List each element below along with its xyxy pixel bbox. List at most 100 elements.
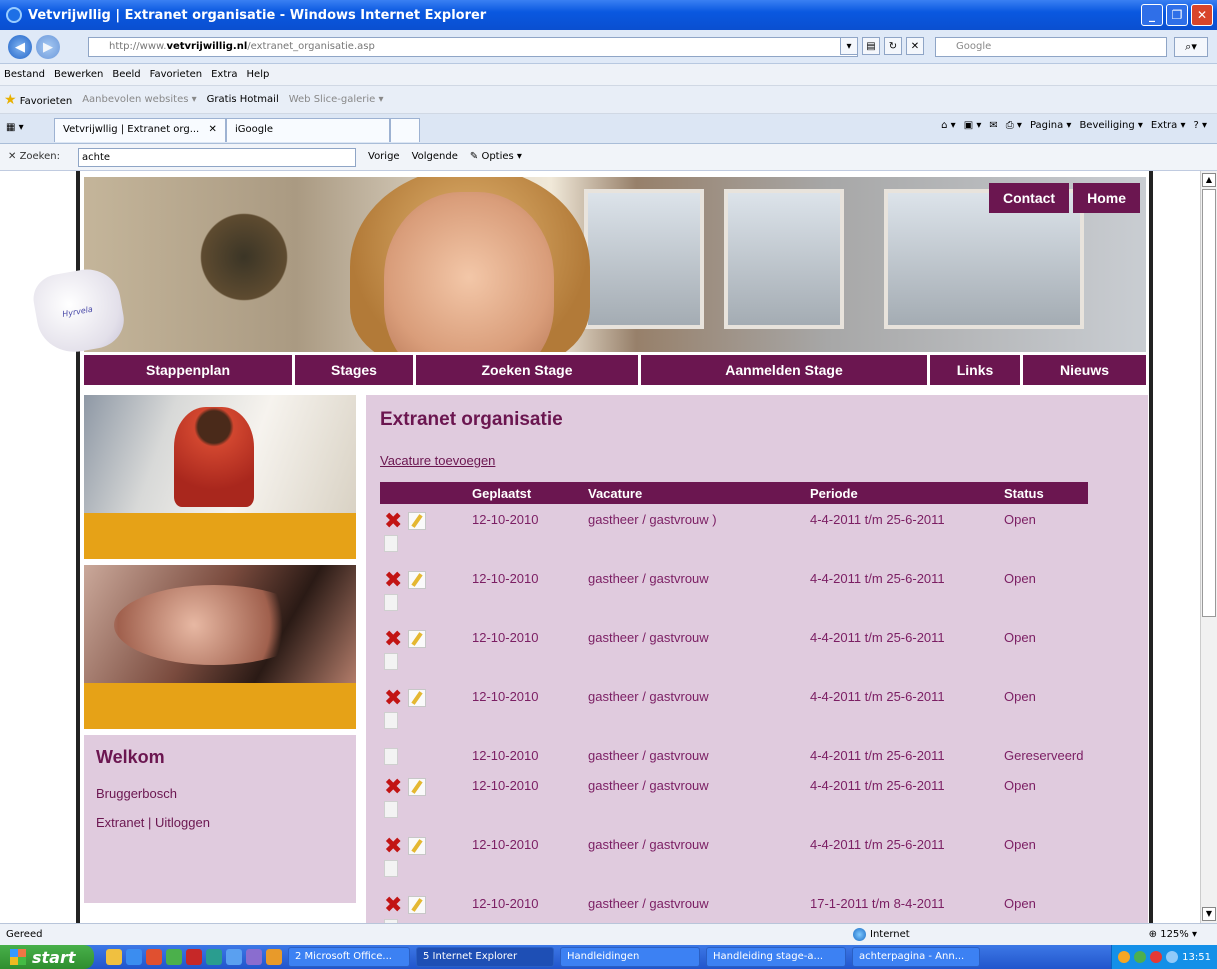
compat-view-icon[interactable]: ▤ [862,37,880,55]
logout-link[interactable]: Uitloggen [155,815,210,830]
search-icon[interactable]: ⌕▾ [1174,37,1208,57]
edit-icon[interactable] [408,630,427,648]
find-close-icon[interactable]: ✕ Zoeken: [8,151,60,162]
favorites-button[interactable]: ★ Favorieten [4,92,72,108]
url-input[interactable]: http://www.vetvrijwillig.nl/extranet_org… [88,37,858,57]
delete-icon[interactable]: ✖ [384,688,402,710]
zoom-control[interactable]: ⊕ 125% ▾ [1149,929,1197,940]
quicklaunch-icon[interactable] [186,949,202,965]
nav-stappenplan[interactable]: Stappenplan [84,355,292,385]
find-next-button[interactable]: Volgende [412,151,458,162]
stop-icon[interactable]: ✕ [906,37,924,55]
mail-icon[interactable]: ✉ [989,120,997,131]
edit-icon[interactable] [408,837,427,855]
minimize-button[interactable]: _ [1141,4,1163,26]
delete-icon[interactable]: ✖ [384,836,402,858]
task-ie[interactable]: 5 Internet Explorer [416,947,554,967]
tab-vetvrijwillig[interactable]: Vetvrijwllig | Extranet org... ✕ [54,118,226,142]
scroll-up-icon[interactable]: ▲ [1202,173,1216,187]
back-button[interactable]: ◀ [8,35,32,59]
help-icon[interactable]: ? ▾ [1193,120,1207,131]
edit-icon[interactable] [408,512,427,530]
new-tab-button[interactable] [390,118,420,142]
quicklaunch-icon[interactable] [126,949,142,965]
quicklaunch-icon[interactable] [106,949,122,965]
feeds-icon[interactable]: ▣ ▾ [964,120,982,131]
nav-aanmelden-stage[interactable]: Aanmelden Stage [641,355,927,385]
print-icon[interactable]: ⎙ ▾ [1006,120,1022,131]
row-status: Open [1004,630,1036,645]
task-achterpagina[interactable]: achterpagina - Ann... [852,947,980,967]
edit-icon[interactable] [408,778,427,796]
quick-tabs-icon[interactable]: ▦ ▾ [6,122,24,133]
menu-item-beeld[interactable]: Beeld [112,69,140,80]
nav-links[interactable]: Links [930,355,1020,385]
extra-menu[interactable]: Extra ▾ [1151,120,1186,131]
page-menu[interactable]: Pagina ▾ [1030,120,1072,131]
nav-home[interactable]: Home [1073,183,1140,213]
delete-icon[interactable]: ✖ [384,511,402,533]
find-options-button[interactable]: ✎ Opties ▾ [470,151,522,162]
tray-icon[interactable] [1166,951,1179,963]
row-actions: ✖ [380,681,468,740]
search-input[interactable]: Google [935,37,1167,57]
edit-icon[interactable] [408,689,427,707]
task-handleiding-stage[interactable]: Handleiding stage-a... [706,947,846,967]
scroll-thumb[interactable] [1202,189,1216,617]
tray-icon[interactable] [1134,951,1147,963]
menu-item-bewerken[interactable]: Bewerken [54,69,103,80]
dropdown-icon[interactable]: ▾ [840,37,858,55]
menu-item-help[interactable]: Help [247,69,270,80]
tab-close-icon[interactable]: ✕ [208,124,216,135]
header-banner: Contact Home [84,177,1146,352]
forward-button[interactable]: ▶ [36,35,60,59]
nav-nieuws[interactable]: Nieuws [1023,355,1146,385]
copy-icon[interactable] [384,748,398,765]
refresh-icon[interactable]: ↻ [884,37,902,55]
nav-contact[interactable]: Contact [988,183,1070,213]
fav-item-recommended[interactable]: Aanbevolen websites ▾ [82,94,196,105]
security-menu[interactable]: Beveiliging ▾ [1079,120,1142,131]
quicklaunch-icon[interactable] [246,949,262,965]
delete-icon[interactable]: ✖ [384,777,402,799]
menu-item-bestand[interactable]: Bestand [4,69,45,80]
home-icon[interactable]: ⌂ ▾ [941,120,956,131]
fav-item-hotmail[interactable]: Gratis Hotmail [207,94,279,105]
fav-item-webslice[interactable]: Web Slice-galerie ▾ [289,94,384,105]
menu-item-favorieten[interactable]: Favorieten [150,69,202,80]
copy-icon[interactable] [384,653,398,670]
scroll-down-icon[interactable]: ▼ [1202,907,1216,921]
quicklaunch-icon[interactable] [226,949,242,965]
delete-icon[interactable]: ✖ [384,895,402,917]
vertical-scrollbar[interactable]: ▲ ▼ [1200,171,1217,923]
edit-icon[interactable] [408,571,427,589]
copy-icon[interactable] [384,535,398,552]
close-button[interactable]: ✕ [1191,4,1213,26]
quicklaunch-icon[interactable] [166,949,182,965]
maximize-button[interactable]: ❐ [1166,4,1188,26]
quicklaunch-icon[interactable] [146,949,162,965]
menu-item-extra[interactable]: Extra [211,69,237,80]
copy-icon[interactable] [384,712,398,729]
find-input[interactable]: achte [78,148,356,167]
quicklaunch-icon[interactable] [206,949,222,965]
find-prev-button[interactable]: Vorige [368,151,400,162]
add-vacancy-link[interactable]: Vacature toevoegen [380,453,1134,468]
start-button[interactable]: start [0,945,94,969]
edit-icon[interactable] [408,896,427,914]
quicklaunch-icon[interactable] [266,949,282,965]
tray-icon[interactable] [1150,951,1163,963]
task-handleidingen[interactable]: Handleidingen [560,947,700,967]
extranet-link[interactable]: Extranet [96,815,144,830]
nav-stages[interactable]: Stages [295,355,413,385]
tab-igoogle[interactable]: iGoogle [226,118,390,142]
delete-icon[interactable]: ✖ [384,570,402,592]
tray-icon[interactable] [1118,951,1131,963]
nav-zoeken-stage[interactable]: Zoeken Stage [416,355,638,385]
copy-icon[interactable] [384,860,398,877]
delete-icon[interactable]: ✖ [384,629,402,651]
task-office[interactable]: 2 Microsoft Office... [288,947,410,967]
copy-icon[interactable] [384,594,398,611]
copy-icon[interactable] [384,801,398,818]
table-header: Geplaatst Vacature Periode Status [380,482,1088,504]
